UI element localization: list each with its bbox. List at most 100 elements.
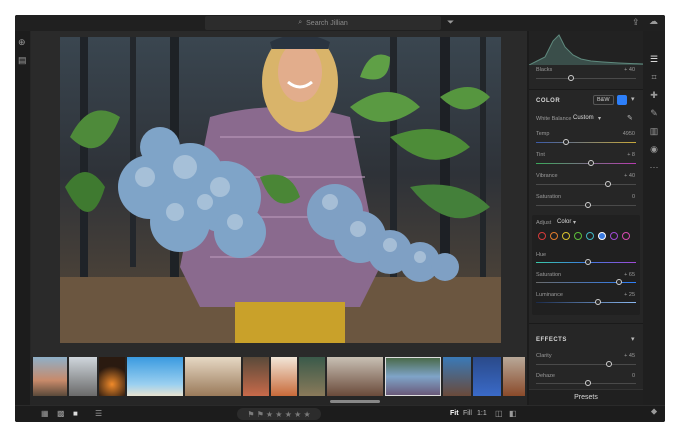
crop-icon[interactable]: ⌗ [648,71,660,83]
thumbnail[interactable] [127,357,183,396]
divider [529,323,643,324]
tint-label: Tint [536,152,545,158]
color-swatch[interactable] [562,232,570,240]
adjust-select[interactable]: Color [557,219,571,225]
linear-gradient-icon[interactable]: ▥ [648,125,660,137]
detail-view-icon[interactable]: ■ [73,410,78,418]
thumbnail[interactable] [503,357,525,396]
tag-icon[interactable]: ⬥ [648,405,660,417]
chevron-down-icon[interactable]: ▾ [631,95,635,103]
mixer-hue-slider[interactable] [536,259,636,265]
vibrance-slider[interactable] [536,181,636,187]
saturation-value: 0 [631,194,635,200]
dehaze-label: Dehaze [536,373,555,379]
thumbnail[interactable] [327,357,383,396]
edit-sliders-icon[interactable]: ☰ [648,53,660,65]
adjust-chevron-icon[interactable]: ▾ [573,219,576,226]
tint-slider[interactable] [536,160,636,166]
mixer-saturation-value: + 65 [624,272,635,278]
filmstrip-scrollbar[interactable] [330,400,380,403]
compare-icon[interactable]: ◫ [495,410,503,418]
thumbnail[interactable] [473,357,501,396]
edit-panel: Blacks + 40 COLOR B&W ▾ White Balance Cu… [528,31,644,405]
zoom-fill[interactable]: Fill [463,410,472,417]
saturation-label: Saturation [536,194,562,200]
color-toggle-button[interactable] [617,95,627,105]
slider-knob[interactable] [585,202,591,208]
photo-canvas [31,31,527,357]
flag-icons[interactable]: ⚑ ⚑ [247,410,264,419]
zoom-fit[interactable]: Fit [450,410,459,417]
search-input[interactable]: ⌕ Search Jillian [205,16,441,30]
color-swatch[interactable] [586,232,594,240]
split-view-icon[interactable]: ◧ [509,410,517,418]
color-swatch[interactable] [598,232,606,240]
presets-button[interactable]: Presets [529,389,643,405]
thumbnail[interactable] [99,357,125,396]
star-rating[interactable]: ★ ★ ★ ★ ★ [266,410,311,419]
color-swatch[interactable] [550,232,558,240]
color-swatch[interactable] [538,232,546,240]
cloud-icon[interactable]: ☁ [649,17,658,26]
slider-knob[interactable] [563,139,569,145]
thumbnail-selected[interactable] [385,357,441,396]
mixer-saturation-label: Saturation [536,272,562,278]
slider-knob[interactable] [616,279,622,285]
slider-knob[interactable] [606,361,612,367]
slider-knob[interactable] [585,259,591,265]
radial-gradient-icon[interactable]: ◉ [648,143,660,155]
slider-knob[interactable] [595,299,601,305]
share-icon[interactable]: ⇪ [632,18,640,27]
mixer-saturation-slider[interactable] [536,279,636,285]
dehaze-slider[interactable] [536,380,636,386]
effects-section-title[interactable]: EFFECTS [536,337,567,343]
app-window: ⌕ Search Jillian ⏷ ⇪ ☁ ⊕ ▤ ▦ ▩ ■ ☰ ⚑ ⚑ ★… [15,15,665,422]
thumbnail[interactable] [443,357,471,396]
grid-view-icon[interactable]: ▦ [41,410,49,418]
left-toolbar: ⊕ ▤ [15,31,31,405]
bw-button[interactable]: B&W [593,95,614,105]
vibrance-value: + 40 [624,173,635,179]
temp-slider[interactable] [536,139,636,145]
zoom-one-to-one[interactable]: 1:1 [477,410,487,417]
more-icon[interactable]: ⋯ [648,161,660,173]
slider-knob[interactable] [588,160,594,166]
white-balance-chevron-icon[interactable]: ▾ [598,115,601,122]
color-swatch[interactable] [574,232,582,240]
thumbnail[interactable] [299,357,325,396]
white-balance-select[interactable]: Custom [573,115,594,121]
blacks-slider[interactable] [536,75,636,81]
sort-icon[interactable]: ☰ [95,410,102,418]
mixer-hue-label: Hue [536,252,547,258]
rating-bar[interactable]: ⚑ ⚑ ★ ★ ★ ★ ★ [237,408,321,420]
mixer-luminance-slider[interactable] [536,299,636,305]
main-photo[interactable] [60,37,501,343]
slider-knob[interactable] [568,75,574,81]
color-swatch[interactable] [610,232,618,240]
blacks-value: + 40 [624,67,635,73]
histogram [528,31,644,66]
add-icon[interactable]: ⊕ [18,38,26,47]
thumbnail[interactable] [33,357,67,396]
square-grid-icon[interactable]: ▩ [57,410,65,418]
eyedropper-icon[interactable]: ✎ [627,114,633,122]
thumbnail[interactable] [69,357,97,396]
slider-knob[interactable] [605,181,611,187]
effects-chevron-icon[interactable]: ▾ [631,335,635,343]
thumbnail[interactable] [243,357,269,396]
color-swatches [538,232,638,242]
color-swatch[interactable] [622,232,630,240]
thumbnail[interactable] [185,357,241,396]
search-placeholder: Search Jillian [306,19,348,27]
adjust-label: Adjust [536,220,552,226]
right-icon-rail: ☰ ⌗ ✚ ✎ ▥ ◉ ⋯ ⬥ ⓘ [643,31,665,416]
slider-knob[interactable] [585,380,591,386]
color-section-title[interactable]: COLOR [536,98,560,104]
thumbnail[interactable] [271,357,297,396]
clarity-slider[interactable] [536,361,636,367]
saturation-slider[interactable] [536,202,636,208]
filter-icon[interactable]: ⏷ [447,18,454,27]
healing-icon[interactable]: ✚ [648,89,660,101]
library-icon[interactable]: ▤ [18,56,27,65]
brush-icon[interactable]: ✎ [648,107,660,119]
